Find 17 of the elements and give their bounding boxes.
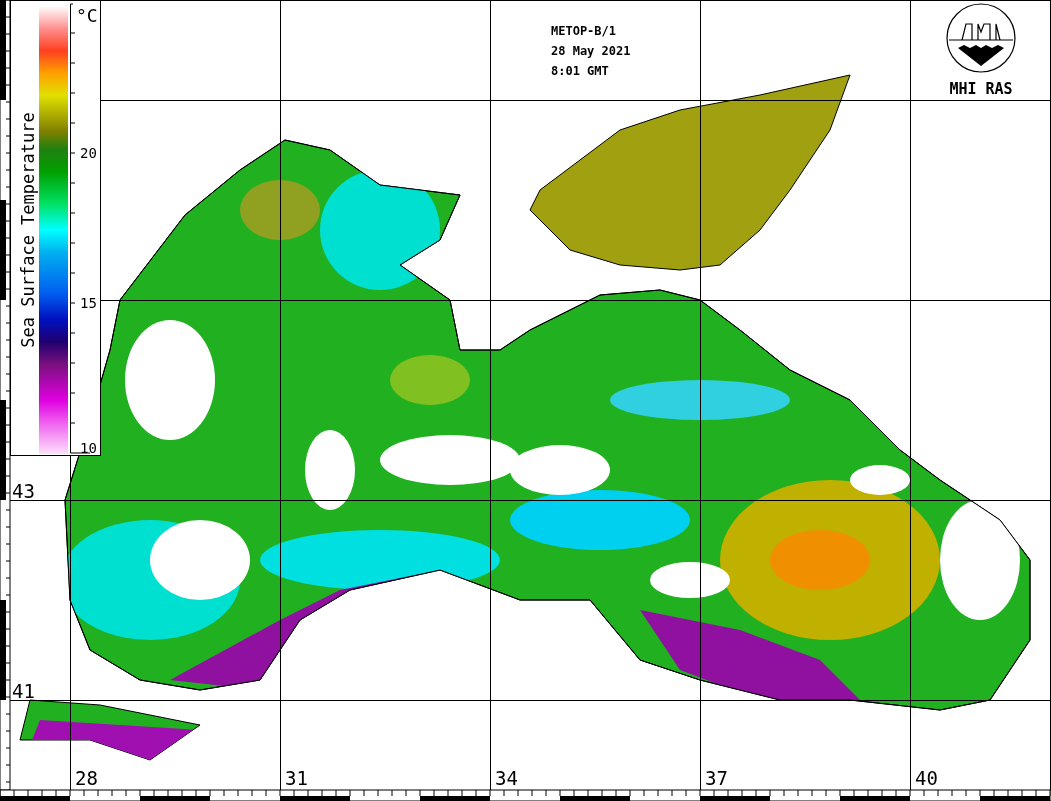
longitude-label: 37 <box>705 767 728 789</box>
latitude-label: 43 <box>12 480 35 502</box>
longitude-label: 34 <box>495 767 518 789</box>
longitude-label: 28 <box>75 767 98 789</box>
satellite-label: METOP-B/1 <box>551 24 617 38</box>
scale-tick-label: 20 <box>80 145 97 161</box>
logo-icon <box>946 3 1016 73</box>
longitude-label: 40 <box>915 767 938 789</box>
longitude-label: 31 <box>285 767 308 789</box>
scale-tick-label: 10 <box>80 440 97 456</box>
logo-text: MHI RAS <box>949 80 1013 98</box>
latitude-label: 41 <box>12 680 35 702</box>
scale-tick-label: 15 <box>80 295 97 311</box>
unit-label: °C <box>76 5 98 26</box>
scale-title: Sea Surface Temperature <box>18 112 38 348</box>
time-label: 8:01 GMT <box>551 64 609 78</box>
date-label: 28 May 2021 <box>551 44 631 58</box>
